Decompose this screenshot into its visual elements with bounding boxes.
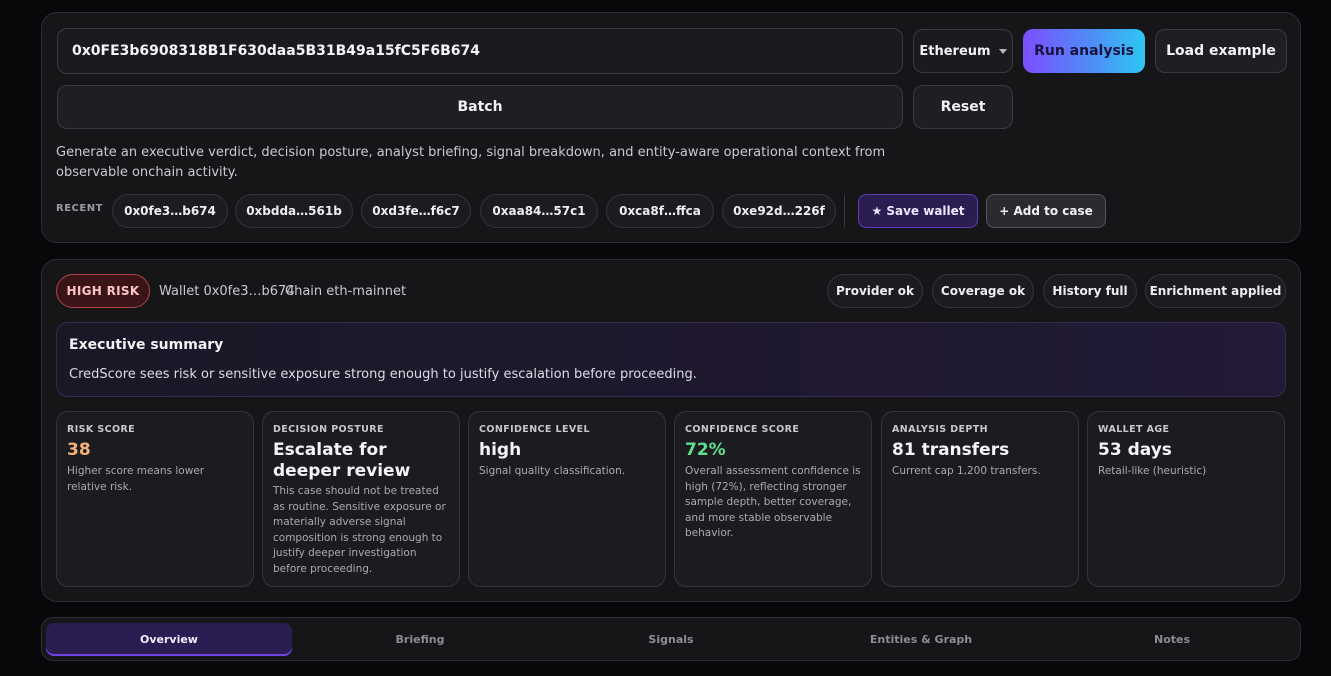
recent-wallet-chip[interactable]: 0xd3fe…f6c7: [361, 194, 471, 228]
metric-card-decision-posture: DECISION POSTURE Escalate for deeper rev…: [262, 411, 460, 587]
card-label: WALLET AGE: [1098, 424, 1170, 435]
card-note: Overall assessment confidence is high (7…: [685, 465, 861, 539]
tab-briefing[interactable]: Briefing: [297, 623, 543, 656]
card-value: 53 days: [1098, 440, 1172, 460]
analysis-input-panel: Ethereum Run analysis Load example Batch…: [41, 12, 1301, 243]
tab-overview[interactable]: Overview: [46, 623, 292, 656]
analysis-description: Generate an executive verdict, decision …: [56, 145, 886, 180]
chain-select[interactable]: Ethereum: [913, 29, 1013, 73]
wallet-meta: Wallet 0x0fe3…b674: [159, 284, 295, 299]
chain-select-label: Ethereum: [919, 43, 991, 59]
chain-meta: Chain eth-mainnet: [285, 284, 407, 299]
recent-wallet-chip[interactable]: 0xe92d…226f: [722, 194, 836, 228]
card-value: high: [479, 440, 522, 460]
chip-divider: [844, 195, 845, 227]
save-wallet-button[interactable]: ★ Save wallet: [858, 194, 978, 228]
status-chip-history: History full: [1043, 274, 1137, 308]
metric-card-wallet-age: WALLET AGE 53 days Retail-like (heuristi…: [1087, 411, 1285, 587]
summary-text: CredScore sees risk or sensitive exposur…: [69, 367, 697, 382]
chevron-down-icon: [998, 48, 1007, 54]
tab-signals[interactable]: Signals: [548, 623, 794, 656]
card-note: Current cap 1,200 transfers.: [892, 465, 1041, 477]
reset-button[interactable]: Reset: [913, 85, 1013, 129]
tab-notes[interactable]: Notes: [1049, 623, 1295, 656]
card-label: CONFIDENCE SCORE: [685, 424, 800, 435]
card-label: CONFIDENCE LEVEL: [479, 424, 590, 435]
card-note: Higher score means lower relative risk.: [67, 465, 205, 493]
metric-card-confidence-score: CONFIDENCE SCORE 72% Overall assessment …: [674, 411, 872, 587]
card-value: Escalate for deeper review: [273, 440, 411, 481]
card-value: 38: [67, 440, 91, 460]
risk-level-badge: HIGH RISK: [56, 274, 150, 308]
card-label: ANALYSIS DEPTH: [892, 424, 989, 435]
card-label: RISK SCORE: [67, 424, 136, 435]
add-to-case-button[interactable]: + Add to case: [986, 194, 1106, 228]
recent-wallet-chip[interactable]: 0xaa84…57c1: [480, 194, 598, 228]
analysis-result-panel: HIGH RISK Wallet 0x0fe3…b674 Chain eth-m…: [41, 259, 1301, 602]
summary-title: Executive summary: [69, 337, 224, 353]
status-chip-enrichment: Enrichment applied: [1145, 274, 1286, 308]
run-analysis-button[interactable]: Run analysis: [1023, 29, 1145, 73]
card-note: Signal quality classification.: [479, 465, 626, 477]
metric-card-analysis-depth: ANALYSIS DEPTH 81 transfers Current cap …: [881, 411, 1079, 587]
recent-label: RECENT: [56, 203, 103, 214]
card-value: 72%: [685, 440, 726, 460]
metric-card-risk-score: RISK SCORE 38 Higher score means lower r…: [56, 411, 254, 587]
status-chip-coverage: Coverage ok: [932, 274, 1034, 308]
load-example-button[interactable]: Load example: [1155, 29, 1287, 73]
executive-summary: Executive summary CredScore sees risk or…: [56, 322, 1286, 397]
wallet-address-input[interactable]: [57, 28, 903, 74]
result-tabs: Overview Briefing Signals Entities & Gra…: [41, 617, 1301, 661]
tab-entities-graph[interactable]: Entities & Graph: [798, 623, 1044, 656]
card-note: Retail-like (heuristic): [1098, 465, 1207, 477]
metric-card-confidence-level: CONFIDENCE LEVEL high Signal quality cla…: [468, 411, 666, 587]
recent-wallet-chip[interactable]: 0x0fe3…b674: [112, 194, 228, 228]
recent-wallet-chip[interactable]: 0xbdda…561b: [235, 194, 353, 228]
recent-wallet-chip[interactable]: 0xca8f…ffca: [606, 194, 714, 228]
card-label: DECISION POSTURE: [273, 424, 384, 435]
batch-button[interactable]: Batch: [57, 85, 903, 129]
card-value: 81 transfers: [892, 440, 1010, 460]
card-note: This case should not be treated as routi…: [273, 485, 446, 575]
status-chip-provider: Provider ok: [827, 274, 923, 308]
